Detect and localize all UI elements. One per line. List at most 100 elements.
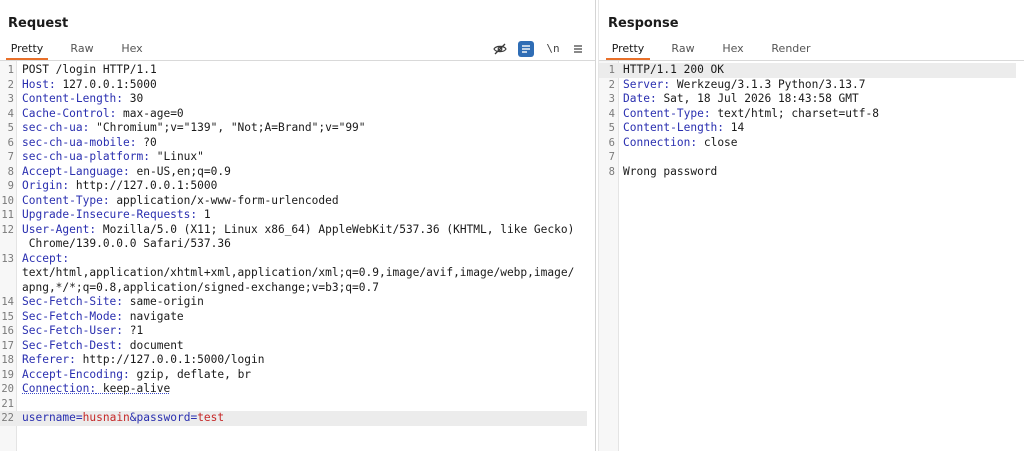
code-text: Sec-Fetch-Dest: document: [22, 339, 184, 354]
eye-slash-icon[interactable]: [492, 41, 508, 57]
line-text: text/html,application/xhtml+xml,applicat…: [22, 266, 575, 279]
code-line: 8 Accept-Language: en-US,en;q=0.9: [0, 165, 587, 180]
line-number: 7: [608, 151, 615, 163]
list-icon[interactable]: [518, 41, 534, 57]
request-tab-pretty[interactable]: Pretty: [6, 41, 48, 60]
code-text: Sec-Fetch-Mode: navigate: [22, 310, 184, 325]
param-name: password: [136, 411, 191, 424]
code-text: Date: Sat, 18 Jul 2026 18:43:58 GMT: [623, 92, 859, 107]
code-line: 4 Content-Type: text/html; charset=utf-8: [599, 107, 1016, 122]
code-text: Origin: http://127.0.0.1:5000: [22, 179, 217, 194]
line-number: 4: [608, 107, 615, 120]
header-name: Host: [22, 77, 49, 91]
header-colon: :: [143, 150, 150, 163]
code-line: 8 Wrong password: [599, 165, 1016, 180]
response-tab-hex[interactable]: Hex: [716, 41, 750, 60]
code-text: Sec-Fetch-Site: same-origin: [22, 295, 204, 310]
line-number: 2: [7, 78, 14, 91]
header-name: Connection: [623, 135, 691, 149]
code-line: 2 Host: 127.0.0.1:5000: [0, 78, 587, 93]
header-value: "Chromium";v="139", "Not;A=Brand";v="99": [89, 121, 366, 134]
param-value: test: [197, 411, 225, 424]
header-value: 14: [724, 121, 745, 134]
code-text: sec-ch-ua-mobile: ?0: [22, 136, 157, 151]
header-name: Referer: [22, 353, 70, 366]
header-value: Mozilla/5.0 (X11; Linux x86_64) AppleWeb…: [96, 222, 575, 236]
code-line: 3 Date: Sat, 18 Jul 2026 18:43:58 GMT: [599, 92, 1016, 107]
code-line: 13 Accept:: [0, 252, 587, 267]
line-text: Chrome/139.0.0.0 Safari/537.36: [22, 237, 231, 250]
code-line: 10 Content-Type: application/x-www-form-u…: [0, 194, 587, 209]
header-name: Accept: [22, 251, 63, 265]
header-name: Sec-Fetch-Mode: [22, 309, 117, 323]
line-number: 5: [7, 122, 14, 134]
line-number: 8: [7, 165, 14, 178]
response-tab-render[interactable]: Render: [765, 41, 817, 60]
header-colon: :: [69, 353, 76, 366]
request-tabs: Pretty Raw Hex \n: [0, 38, 595, 61]
header-name: Upgrade-Insecure-Requests: [22, 208, 191, 221]
request-editor[interactable]: 1 POST /login HTTP/1.1 2 Host: 127.0.0.1:50…: [0, 61, 595, 451]
param-separator: &: [129, 411, 137, 424]
param-value: husnain: [82, 411, 130, 424]
request-tab-hex[interactable]: Hex: [115, 41, 149, 60]
header-value: 127.0.0.1:5000: [55, 77, 157, 91]
code-text: Accept:: [22, 252, 69, 267]
line-number: 7: [7, 151, 14, 163]
code-text: sec-ch-ua: "Chromium";v="139", "Not;A=Br…: [22, 121, 366, 136]
line-number: 6: [608, 136, 615, 149]
header-colon: :: [123, 367, 130, 381]
response-tab-pretty[interactable]: Pretty: [606, 41, 650, 60]
code-line: 17 Sec-Fetch-Dest: document: [0, 339, 587, 354]
response-tab-raw[interactable]: Raw: [665, 41, 701, 60]
code-line: 5 sec-ch-ua: "Chromium";v="139", "Not;A=B…: [0, 121, 587, 136]
header-colon: :: [102, 193, 110, 207]
header-name: sec-ch-ua: [22, 121, 83, 134]
header-name: Sec-Fetch-Dest: [22, 338, 117, 352]
header-name: Accept-Encoding: [22, 367, 124, 381]
line-text: POST /login HTTP/1.1: [22, 63, 157, 76]
code-text: Content-Type: application/x-www-form-url…: [22, 194, 339, 209]
line-number: 3: [7, 93, 14, 105]
header-colon: :: [649, 92, 657, 105]
code-text: Connection: close: [623, 136, 738, 151]
header-name: User-Agent: [22, 222, 90, 236]
line-number: 2: [608, 78, 615, 91]
header-colon: :: [123, 164, 130, 178]
code-line: 9 Origin: http://127.0.0.1:5000: [0, 179, 587, 194]
header-value: close: [697, 135, 738, 149]
code-line: 6 Connection: close: [599, 136, 1016, 151]
newline-toggle-button[interactable]: \n: [544, 41, 562, 57]
header-name: Accept-Language: [22, 164, 124, 178]
code-line: 1 POST /login HTTP/1.1: [0, 63, 587, 78]
code-text: Content-Type: text/html; charset=utf-8: [623, 107, 879, 122]
line-number: 1: [7, 64, 14, 76]
hamburger-menu-icon[interactable]: [570, 41, 586, 57]
code-text: Connection: keep-alive: [22, 382, 170, 397]
line-number: 6: [7, 136, 14, 149]
code-line: 16 Sec-Fetch-User: ?1: [0, 324, 587, 339]
line-number: 9: [7, 180, 14, 192]
code-text: Cache-Control: max-age=0: [22, 107, 184, 122]
response-editor[interactable]: 1 HTTP/1.1 200 OK 2 Server: Werkzeug/3.1.3 …: [599, 61, 1024, 451]
code-line: 14 Sec-Fetch-Site: same-origin: [0, 295, 587, 310]
code-line: 7 sec-ch-ua-platform: "Linux": [0, 150, 587, 165]
header-colon: :: [48, 77, 56, 91]
code-line: 6 sec-ch-ua-mobile: ?0: [0, 136, 587, 151]
code-line: 22 username=husnain&password=test: [0, 411, 587, 426]
header-value: document: [123, 338, 184, 352]
header-value: Sat, 18 Jul 2026 18:43:58 GMT: [656, 92, 859, 105]
line-number: 15: [1, 310, 14, 323]
line-text: Wrong password: [623, 164, 718, 178]
code-text: apng,*/*;q=0.8,application/signed-exchan…: [22, 281, 379, 296]
header-name: Content-Length: [22, 92, 117, 105]
request-tab-raw[interactable]: Raw: [64, 41, 100, 60]
header-colon: :: [62, 251, 70, 265]
code-line: text/html,application/xhtml+xml,applicat…: [0, 266, 587, 281]
header-value: ?1: [123, 324, 144, 337]
code-line: 18 Referer: http://127.0.0.1:5000/login: [0, 353, 587, 368]
header-value: "Linux": [150, 150, 204, 163]
code-text: username=husnain&password=test: [22, 411, 224, 426]
request-title: Request: [8, 16, 69, 31]
header-name: Server: [623, 77, 664, 91]
